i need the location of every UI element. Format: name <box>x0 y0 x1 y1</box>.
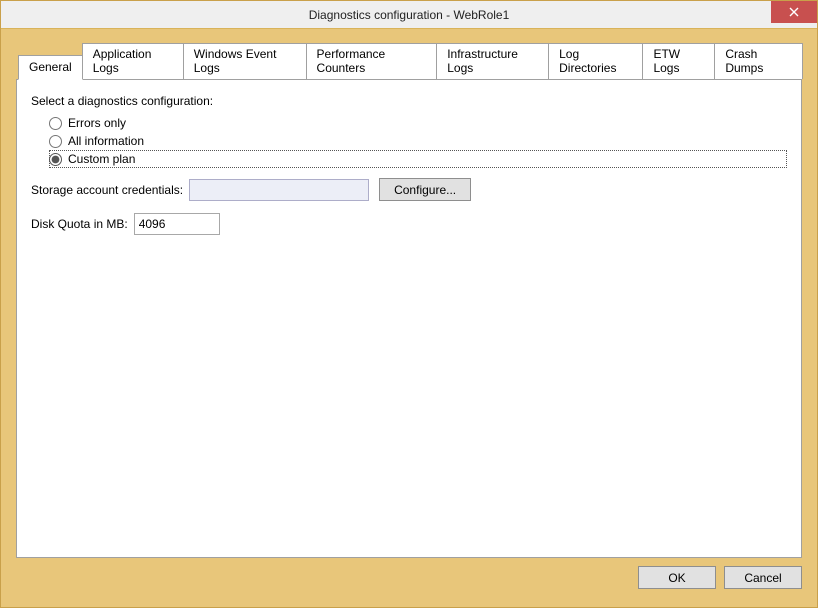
ok-button[interactable]: OK <box>638 566 716 589</box>
radio-label-custom-plan: Custom plan <box>68 152 135 166</box>
disk-quota-row: Disk Quota in MB: <box>31 213 787 235</box>
configure-button[interactable]: Configure... <box>379 178 471 201</box>
dialog-window: Diagnostics configuration - WebRole1 Gen… <box>0 0 818 608</box>
radio-all-information[interactable] <box>49 135 62 148</box>
radio-custom-plan[interactable] <box>49 153 62 166</box>
tab-performance-counters[interactable]: Performance Counters <box>306 43 438 79</box>
tabstrip: General Application Logs Windows Event L… <box>16 41 802 79</box>
radio-row-errors-only[interactable]: Errors only <box>49 114 787 132</box>
radio-errors-only[interactable] <box>49 117 62 130</box>
diagnostics-config-radio-group: Errors only All information Custom plan <box>49 114 787 168</box>
radio-row-all-information[interactable]: All information <box>49 132 787 150</box>
tab-etw-logs[interactable]: ETW Logs <box>642 43 715 79</box>
tab-infrastructure-logs[interactable]: Infrastructure Logs <box>436 43 549 79</box>
storage-credentials-label: Storage account credentials: <box>31 183 183 197</box>
radio-label-errors-only: Errors only <box>68 116 126 130</box>
cancel-button[interactable]: Cancel <box>724 566 802 589</box>
dialog-button-bar: OK Cancel <box>16 558 802 589</box>
close-button[interactable] <box>771 1 817 23</box>
tab-log-directories[interactable]: Log Directories <box>548 43 643 79</box>
storage-credentials-input[interactable] <box>189 179 369 201</box>
diagnostics-config-label: Select a diagnostics configuration: <box>31 94 787 108</box>
tab-crash-dumps[interactable]: Crash Dumps <box>714 43 803 79</box>
radio-row-custom-plan[interactable]: Custom plan <box>49 150 787 168</box>
storage-credentials-row: Storage account credentials: Configure..… <box>31 178 787 201</box>
tab-panel-general: Select a diagnostics configuration: Erro… <box>16 79 802 558</box>
disk-quota-input[interactable] <box>134 213 220 235</box>
window-title: Diagnostics configuration - WebRole1 <box>309 8 510 22</box>
dialog-body: General Application Logs Windows Event L… <box>16 41 802 589</box>
tab-application-logs[interactable]: Application Logs <box>82 43 184 79</box>
close-icon <box>789 7 799 17</box>
radio-label-all-information: All information <box>68 134 144 148</box>
tab-windows-event-logs[interactable]: Windows Event Logs <box>183 43 307 79</box>
titlebar: Diagnostics configuration - WebRole1 <box>1 1 817 29</box>
disk-quota-label: Disk Quota in MB: <box>31 217 128 231</box>
tab-general[interactable]: General <box>18 55 83 80</box>
